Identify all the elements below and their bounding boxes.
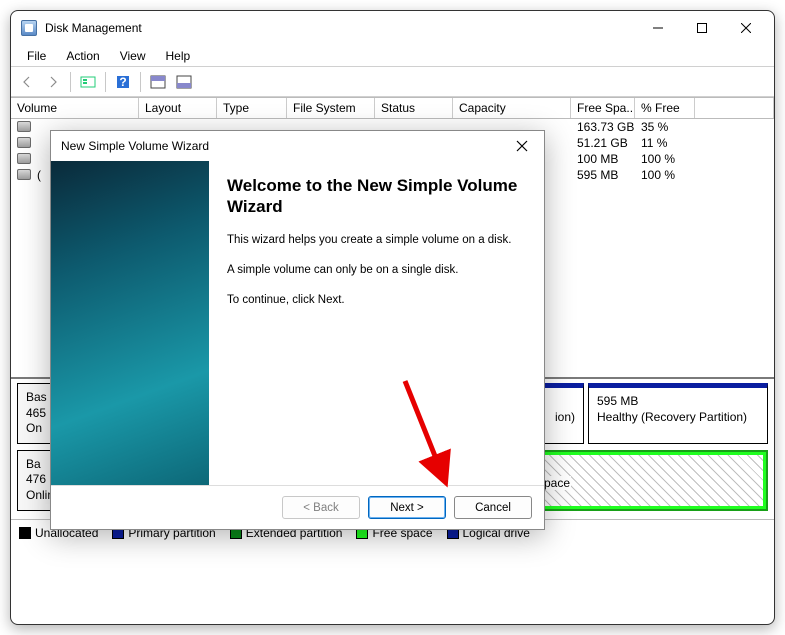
menu-file[interactable]: File [17,47,56,65]
cell-free: 163.73 GB [571,119,635,135]
drive-icon [17,153,31,164]
partition-recovery[interactable]: 595 MB Healthy (Recovery Partition) [588,383,768,444]
partition-size: 595 MB [597,394,759,410]
col-pctfree[interactable]: % Free [635,98,695,118]
view-top-icon[interactable] [146,70,170,94]
cell-pct: 11 % [635,135,695,151]
col-capacity[interactable]: Capacity [453,98,571,118]
cell-pct: 35 % [635,119,695,135]
col-layout[interactable]: Layout [139,98,217,118]
dialog-close-button[interactable] [510,134,534,158]
menu-help[interactable]: Help [156,47,201,65]
dialog-body: Welcome to the New Simple Volume Wizard … [51,161,544,485]
wizard-text: To continue, click Next. [227,292,526,308]
maximize-button[interactable] [680,14,724,42]
dialog-footer: < Back Next > Cancel [51,485,544,529]
cell-free: 595 MB [571,167,635,183]
col-filesystem[interactable]: File System [287,98,375,118]
wizard-main: Welcome to the New Simple Volume Wizard … [209,161,544,485]
toolbar-separator [105,72,106,92]
menu-view[interactable]: View [110,47,156,65]
wizard-heading: Welcome to the New Simple Volume Wizard [227,175,526,218]
col-volume[interactable]: Volume [11,98,139,118]
cell-pct: 100 % [635,167,695,183]
dialog-titlebar: New Simple Volume Wizard [51,131,544,161]
cell-pct: 100 % [635,151,695,167]
wizard-side-banner [51,161,209,485]
new-simple-volume-wizard-dialog: New Simple Volume Wizard Welcome to the … [50,130,545,530]
view-bottom-icon[interactable] [172,70,196,94]
toolbar: ? [11,67,774,97]
menu-action[interactable]: Action [56,47,109,65]
titlebar: Disk Management [11,11,774,45]
dialog-title: New Simple Volume Wizard [61,139,510,153]
app-icon [21,20,37,36]
col-freespace[interactable]: Free Spa... [571,98,635,118]
wizard-text: A simple volume can only be on a single … [227,262,526,278]
col-type[interactable]: Type [217,98,287,118]
volume-list-header: Volume Layout Type File System Status Ca… [11,98,774,119]
back-icon [15,70,39,94]
svg-text:?: ? [119,75,126,89]
wizard-text: This wizard helps you create a simple vo… [227,232,526,248]
back-button: < Back [282,496,360,519]
menubar: File Action View Help [11,45,774,67]
partition-status: Healthy (Recovery Partition) [597,410,759,426]
refresh-icon[interactable] [76,70,100,94]
drive-icon [17,137,31,148]
drive-icon [17,169,31,180]
forward-icon [41,70,65,94]
cell-free: 100 MB [571,151,635,167]
toolbar-separator [70,72,71,92]
cell-free: 51.21 GB [571,135,635,151]
help-icon[interactable]: ? [111,70,135,94]
drive-icon [17,121,31,132]
next-button[interactable]: Next > [368,496,446,519]
toolbar-separator [140,72,141,92]
col-status[interactable]: Status [375,98,453,118]
cancel-button[interactable]: Cancel [454,496,532,519]
close-button[interactable] [724,14,768,42]
window-title: Disk Management [45,21,636,35]
minimize-button[interactable] [636,14,680,42]
